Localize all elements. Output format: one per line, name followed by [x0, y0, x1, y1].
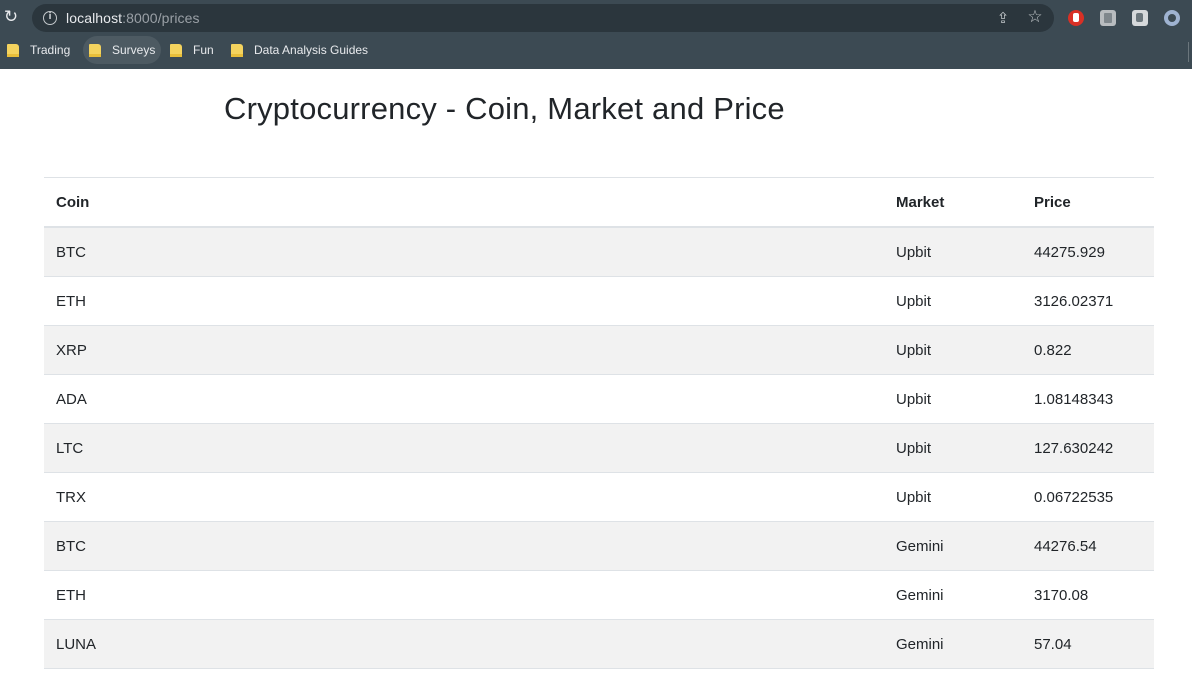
folder-icon [89, 43, 101, 57]
bookmark-label: Fun [193, 43, 214, 57]
table-header-row: Coin Market Price [44, 178, 1154, 228]
table-row: ETH Upbit 3126.02371 [44, 277, 1154, 326]
bookmarks-bar: Trading Surveys Fun Data Analysis Guides [0, 36, 1192, 64]
extension-icon[interactable] [1068, 10, 1084, 26]
cell-price: 57.04 [1034, 635, 1072, 653]
info-icon[interactable]: i [43, 11, 57, 25]
bookmark-label: Surveys [112, 43, 156, 57]
bookmark-fun[interactable]: Fun [164, 36, 220, 64]
table-row: XRP Upbit 0.822 [44, 326, 1154, 375]
url-host: localhost [66, 10, 123, 26]
url-text[interactable]: localhost:8000/prices [66, 10, 200, 26]
cell-coin: ADA [56, 390, 87, 408]
cell-price: 0.822 [1034, 341, 1072, 359]
reload-icon[interactable]: ↻ [2, 8, 20, 26]
cell-coin: XRP [56, 341, 87, 359]
bookmark-surveys[interactable]: Surveys [83, 36, 162, 64]
cell-coin: ETH [56, 586, 86, 604]
header-price: Price [1034, 193, 1071, 211]
extension-icon[interactable] [1132, 10, 1148, 26]
price-table: Coin Market Price BTC Upbit 44275.929 ETH Up… [44, 177, 1154, 669]
toolbar-divider [1188, 42, 1189, 62]
bookmark-label: Data Analysis Guides [254, 43, 369, 57]
bookmark-data-analysis-guides[interactable]: Data Analysis Guides [225, 36, 374, 64]
cell-coin: LTC [56, 439, 84, 457]
cell-market: Upbit [896, 488, 932, 506]
header-market: Market [896, 193, 945, 211]
cell-market: Gemini [896, 537, 944, 555]
cell-market: Upbit [896, 243, 932, 261]
cell-price: 44275.929 [1034, 243, 1105, 261]
table-row: LTC Upbit 127.630242 [44, 424, 1154, 473]
cell-price: 1.08148343 [1034, 390, 1114, 408]
cell-coin: BTC [56, 243, 86, 261]
table-row: TRX Upbit 0.06722535 [44, 473, 1154, 522]
folder-icon [170, 43, 182, 57]
cell-price: 127.630242 [1034, 439, 1114, 457]
cell-price: 44276.54 [1034, 537, 1097, 555]
table-row: ADA Upbit 1.08148343 [44, 375, 1154, 424]
header-coin: Coin [56, 193, 90, 211]
table-row: BTC Gemini 44276.54 [44, 522, 1154, 571]
cell-market: Upbit [896, 439, 932, 457]
browser-toolbar: ↻ i localhost:8000/prices ⇪ ☆ [0, 0, 1192, 36]
cell-market: Gemini [896, 586, 944, 604]
cell-coin: LUNA [56, 635, 97, 653]
address-bar[interactable]: i localhost:8000/prices ⇪ ☆ [32, 4, 1054, 32]
star-icon[interactable]: ☆ [1026, 8, 1044, 26]
cell-coin: BTC [56, 537, 86, 555]
bookmark-label: Trading [30, 43, 71, 57]
table-row: ETH Gemini 3170.08 [44, 571, 1154, 620]
extension-icon[interactable] [1100, 10, 1116, 26]
browser-chrome: ↻ i localhost:8000/prices ⇪ ☆ Trading Su… [0, 0, 1192, 69]
cell-market: Upbit [896, 341, 932, 359]
page-content: Cryptocurrency - Coin, Market and Price … [0, 69, 1192, 689]
folder-icon [231, 43, 243, 57]
cell-market: Gemini [896, 635, 944, 653]
cell-price: 3170.08 [1034, 586, 1089, 604]
url-path: :8000/prices [122, 10, 200, 26]
cell-market: Upbit [896, 390, 932, 408]
cell-coin: ETH [56, 292, 86, 310]
cell-market: Upbit [896, 292, 932, 310]
bookmark-trading[interactable]: Trading [1, 36, 76, 64]
extension-icon[interactable] [1164, 10, 1180, 26]
table-row: LUNA Gemini 57.04 [44, 620, 1154, 669]
page-title: Cryptocurrency - Coin, Market and Price [224, 91, 785, 126]
cell-coin: TRX [56, 488, 86, 506]
share-icon[interactable]: ⇪ [994, 9, 1012, 27]
table-row: BTC Upbit 44275.929 [44, 228, 1154, 277]
cell-price: 3126.02371 [1034, 292, 1114, 310]
cell-price: 0.06722535 [1034, 488, 1114, 506]
folder-icon [7, 43, 19, 57]
